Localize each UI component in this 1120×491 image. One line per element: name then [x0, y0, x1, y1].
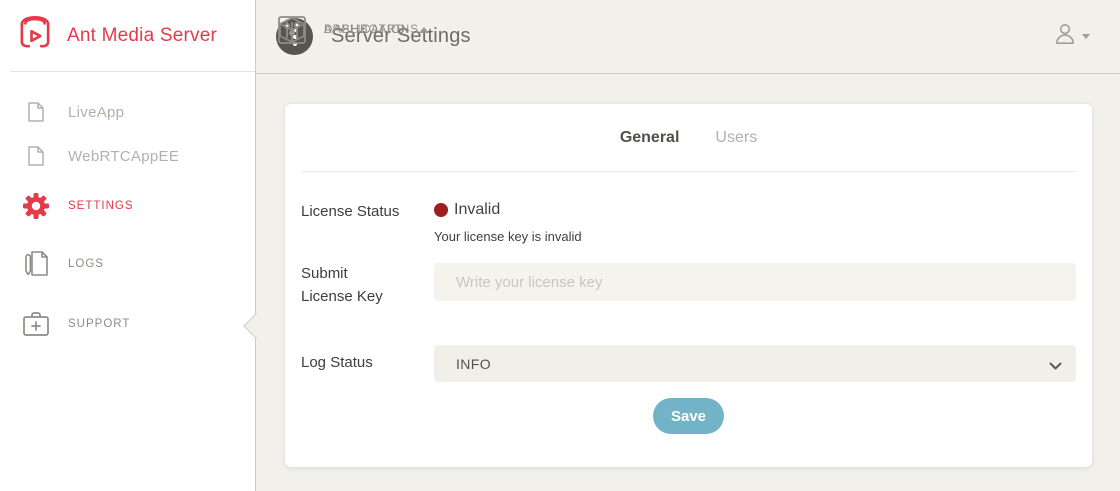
license-status-row: License Status Invalid Your license key … [301, 201, 1076, 244]
file-icon [28, 146, 44, 166]
tab-general[interactable]: General [620, 129, 680, 147]
submit-license-row: Submit License Key [301, 263, 1076, 308]
main-area: Server Settings General Users License St… [256, 0, 1120, 491]
support-icon [22, 312, 50, 336]
gear-icon [22, 191, 50, 221]
sidebar-item-label: LiveApp [68, 104, 124, 121]
license-status-value: Invalid [454, 201, 500, 219]
license-status-description: Your license key is invalid [434, 229, 1076, 244]
log-status-row: Log Status INFO [301, 345, 1076, 382]
sidebar-item-label: SETTINGS [68, 200, 134, 212]
sidebar-item-label: SUPPORT [68, 318, 130, 330]
sidebar-item-applications[interactable]: APPLICATIONS [256, 0, 278, 60]
submit-license-label: Submit License Key [301, 263, 387, 308]
user-icon [1052, 21, 1078, 52]
save-button[interactable]: Save [653, 398, 724, 434]
logs-icon [22, 251, 50, 277]
save-row: Save [301, 398, 1076, 434]
sidebar-item-support[interactable]: SUPPORT [0, 294, 255, 354]
status-invalid-dot-icon [434, 203, 448, 217]
log-status-selected-value: INFO [456, 356, 491, 372]
ant-media-logo-icon [14, 11, 56, 60]
sidebar-item-label: WebRTCAppEE [68, 148, 179, 165]
top-bar: Server Settings [256, 0, 1120, 74]
sidebar-nav: DASHBOARD APPLICATIONS LiveApp [0, 72, 255, 354]
brand-logo[interactable]: Ant Media Server [0, 0, 255, 71]
file-icon [28, 102, 44, 122]
user-menu-button[interactable] [1052, 21, 1090, 52]
general-settings-form: License Status Invalid Your license key … [285, 172, 1092, 434]
settings-tabs: General Users [285, 104, 1092, 171]
license-status-label: License Status [301, 201, 399, 224]
server-settings-card: General Users License Status Invalid You… [285, 104, 1092, 467]
log-status-select[interactable]: INFO [434, 345, 1076, 382]
sidebar-item-liveapp[interactable]: LiveApp [0, 90, 255, 134]
collapse-caret-icon[interactable] [419, 27, 429, 33]
applications-icon [278, 16, 306, 44]
sidebar-item-settings[interactable]: SETTINGS [0, 178, 255, 234]
user-menu-caret-icon [1082, 34, 1090, 39]
sidebar-item-webrtcappee[interactable]: WebRTCAppEE [0, 134, 255, 178]
sidebar-item-label: LOGS [68, 258, 104, 270]
license-key-input[interactable] [434, 263, 1076, 301]
brand-name: Ant Media Server [67, 25, 217, 47]
log-status-label: Log Status [301, 352, 373, 375]
tab-users[interactable]: Users [715, 129, 757, 147]
sidebar-item-logs[interactable]: LOGS [0, 234, 255, 294]
sidebar: Ant Media Server DASHBOARD [0, 0, 256, 491]
sidebar-item-label: APPLICATIONS [324, 24, 419, 36]
